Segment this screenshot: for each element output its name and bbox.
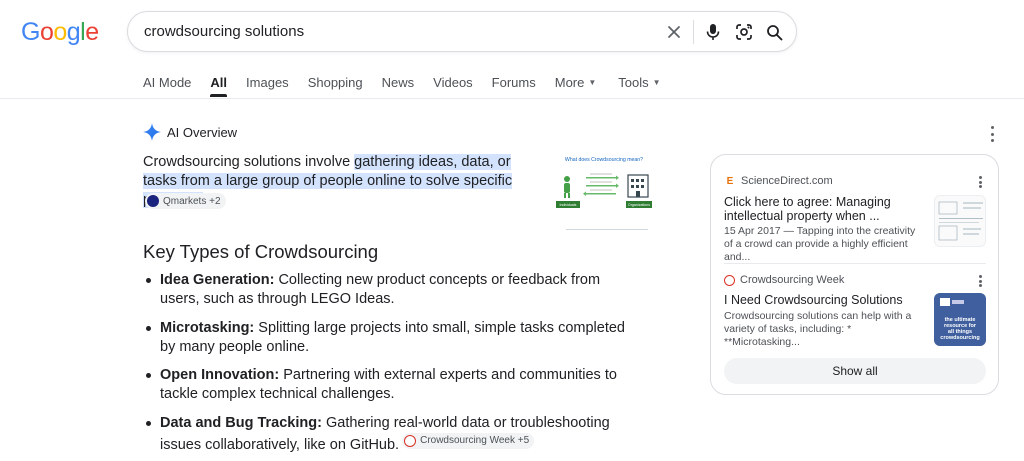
crowdsourcing-week-favicon-icon [724, 274, 735, 286]
source-site-row[interactable]: E ScienceDirect.com [724, 175, 833, 187]
list-item: Data and Bug Tracking: Gathering real-wo… [143, 414, 643, 455]
chevron-down-icon: ▼ [652, 78, 661, 87]
tab-more[interactable]: More ▼ [555, 74, 597, 91]
list-item: Open Innovation: Partnering with externa… [143, 366, 643, 404]
more-options-icon[interactable] [978, 176, 982, 188]
ai-overview-title: AI Overview [167, 124, 238, 140]
more-options-icon[interactable] [978, 275, 982, 287]
logo-letter: e [85, 18, 99, 46]
tab-ai-mode[interactable]: AI Mode [143, 74, 191, 91]
key-types-list: Idea Generation: Collecting new product … [143, 271, 643, 461]
image-label-organizations: Organizations [628, 203, 650, 207]
tab-all[interactable]: All [210, 74, 228, 97]
tab-label: Forums [491, 75, 536, 90]
logo-letter: g [66, 18, 81, 46]
source-site-name: Crowdsourcing Week [740, 274, 845, 286]
chevron-down-icon: ▼ [588, 78, 597, 87]
section-heading: Key Types of Crowdsourcing [143, 241, 379, 262]
search-tabs: AI Mode All Images Shopping News Videos … [143, 74, 680, 97]
crowdsourcing-week-favicon-icon [404, 434, 417, 447]
source-chip[interactable]: Qmarkets +2 [145, 193, 226, 209]
sciencedirect-favicon-icon: E [726, 175, 734, 187]
card-divider [724, 263, 986, 264]
source-snippet: Crowdsourcing solutions can help with a … [724, 310, 912, 348]
search-box[interactable]: crowdsourcing solutions [127, 11, 797, 52]
list-item-term: Data and Bug Tracking: [160, 414, 322, 431]
source-site-row[interactable]: Crowdsourcing Week [724, 274, 844, 286]
image-title: What does Crowdsourcing mean? [565, 157, 643, 163]
list-item: Idea Generation: Collecting new product … [143, 271, 643, 309]
logo-letter: G [21, 18, 40, 46]
source-thumbnail[interactable]: the ultimate resource for all things crowds… [934, 293, 986, 346]
tab-label: More [554, 75, 585, 90]
camera-lens-icon[interactable] [733, 21, 755, 43]
svg-text:the ultimateresource forall th: the ultimate resource for all things crowds… [940, 317, 979, 341]
source-title-link[interactable]: Click here to agree: Managing intellectu… [724, 195, 924, 223]
sparkle-icon [143, 123, 161, 141]
tabs-divider [0, 98, 1024, 99]
microphone-icon[interactable] [702, 21, 724, 43]
tab-label: Tools [618, 75, 649, 90]
tab-label: News [381, 75, 415, 90]
source-chip[interactable]: Crowdsourcing Week +5 [402, 432, 535, 449]
logo-letter: o [39, 18, 54, 46]
search-input[interactable]: crowdsourcing solutions [144, 23, 304, 40]
qmarkets-favicon-icon [147, 195, 159, 207]
source-title-link[interactable]: I Need Crowdsourcing Solutions [724, 293, 924, 307]
tab-tools[interactable]: Tools ▼ [618, 74, 660, 91]
source-site-name: ScienceDirect.com [741, 175, 833, 187]
google-logo[interactable]: Google [21, 18, 99, 47]
tab-news[interactable]: News [382, 74, 415, 91]
source-chip-label: Crowdsourcing Week +5 [420, 435, 530, 446]
list-item-term: Microtasking: [160, 319, 255, 336]
sources-card: E ScienceDirect.com Click here to agree:… [710, 154, 999, 395]
tab-label: Images [246, 75, 289, 90]
source-chip-label: Qmarkets +2 [163, 195, 221, 207]
tab-shopping[interactable]: Shopping [308, 74, 363, 91]
image-label-individuals: Individuals [560, 203, 577, 207]
tab-label: AI Mode [143, 75, 192, 90]
clear-icon[interactable] [663, 21, 685, 43]
source-thumbnail[interactable] [934, 195, 986, 247]
tab-videos[interactable]: Videos [433, 74, 473, 91]
tab-label: Shopping [307, 75, 363, 90]
list-item-term: Idea Generation: [160, 272, 275, 288]
show-all-button[interactable]: Show all [724, 358, 986, 384]
list-item-term: Open Innovation: [160, 367, 280, 383]
search-divider [693, 20, 694, 44]
source-snippet: 15 Apr 2017 — Tapping into the creativit… [724, 225, 916, 263]
summary-prefix: Crowdsourcing solutions involve [143, 154, 355, 170]
tab-label: Videos [433, 75, 473, 90]
list-item: Microtasking: Splitting large projects i… [143, 319, 643, 357]
logo-letter: o [53, 18, 67, 46]
ai-overview-header: AI Overview [143, 123, 237, 141]
tab-label: All [210, 75, 228, 90]
tab-forums[interactable]: Forums [492, 74, 536, 91]
tab-images[interactable]: Images [246, 74, 289, 91]
more-options-icon[interactable] [986, 126, 998, 142]
overview-image[interactable]: What does Crowdsourcing mean? Individual… [556, 153, 652, 231]
search-icon[interactable] [763, 21, 785, 43]
